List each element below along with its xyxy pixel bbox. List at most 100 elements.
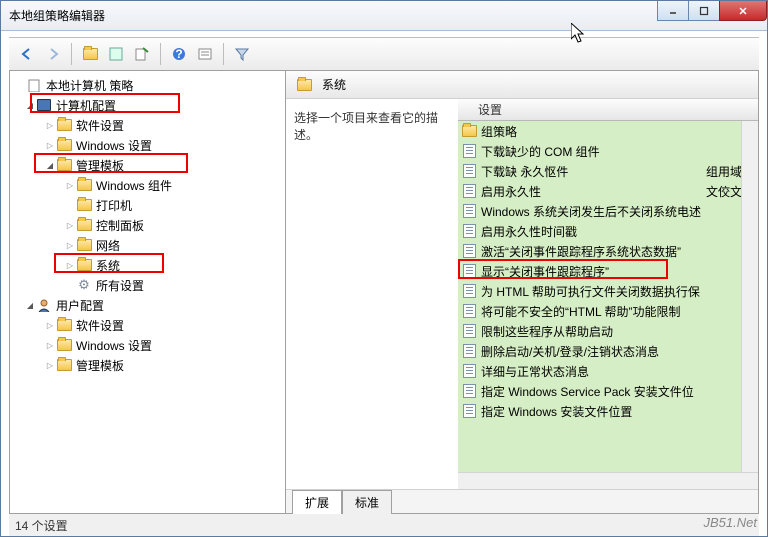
folder-icon bbox=[83, 48, 98, 60]
setting-icon bbox=[463, 164, 476, 178]
minimize-button[interactable] bbox=[657, 1, 689, 21]
titlebar[interactable]: 本地组策略编辑器 bbox=[1, 1, 767, 31]
watermark: JB51.Net bbox=[704, 515, 757, 530]
list-item[interactable]: 限制这些程序从帮助启动 bbox=[458, 321, 758, 341]
setting-icon bbox=[463, 144, 476, 158]
setting-icon bbox=[463, 384, 476, 398]
content: 本地计算机 策略 计算机配置 软件设置 Windows 设置 管理模板 Wind… bbox=[9, 71, 759, 514]
options-button[interactable] bbox=[193, 42, 217, 66]
tree-label: Windows 设置 bbox=[76, 337, 152, 354]
list-item[interactable]: 下载缺少的 COM 组件 bbox=[458, 141, 758, 161]
tree-label: 管理模板 bbox=[76, 157, 124, 174]
tree-root[interactable]: 本地计算机 策略 bbox=[10, 75, 285, 95]
properties-button[interactable] bbox=[104, 42, 128, 66]
tree-label: Windows 组件 bbox=[96, 177, 172, 194]
setting-icon bbox=[463, 204, 476, 218]
folder-icon bbox=[57, 319, 72, 331]
list-item[interactable]: 指定 Windows Service Pack 安装文件位 bbox=[458, 381, 758, 401]
list-item[interactable]: 下载缺 永久怄件组用域资 bbox=[458, 161, 758, 181]
maximize-button[interactable] bbox=[688, 1, 720, 21]
close-button[interactable] bbox=[719, 1, 767, 21]
window-title: 本地组策略编辑器 bbox=[9, 7, 105, 24]
tree-label: 控制面板 bbox=[96, 217, 144, 234]
tab-strip: 扩展 标准 bbox=[286, 489, 758, 513]
setting-icon bbox=[463, 364, 476, 378]
setting-icon bbox=[463, 264, 476, 278]
folder-icon bbox=[57, 119, 72, 131]
tree-network[interactable]: 网络 bbox=[10, 235, 285, 255]
list-item[interactable]: 显示“关闭事件跟踪程序” bbox=[458, 261, 758, 281]
computer-icon bbox=[37, 99, 51, 111]
statusbar: 14 个设置 bbox=[9, 514, 759, 536]
help-button[interactable]: ? bbox=[167, 42, 191, 66]
tree-printers[interactable]: 打印机 bbox=[10, 195, 285, 215]
details-body: 选择一个项目来查看它的描述。 设置 组策略 下载缺少的 COM 组件 下载缺 永… bbox=[286, 99, 758, 489]
folder-icon bbox=[462, 125, 477, 137]
tab-standard[interactable]: 标准 bbox=[342, 490, 392, 514]
details-header: 系统 bbox=[286, 71, 758, 99]
folder-icon bbox=[77, 259, 92, 271]
tree-computer-config[interactable]: 计算机配置 bbox=[10, 95, 285, 115]
tab-extended[interactable]: 扩展 bbox=[292, 490, 342, 514]
gear-icon bbox=[76, 277, 92, 293]
back-button[interactable] bbox=[15, 42, 39, 66]
folder-icon bbox=[57, 359, 72, 371]
tree-usoftware[interactable]: 软件设置 bbox=[10, 315, 285, 335]
tree-pane[interactable]: 本地计算机 策略 计算机配置 软件设置 Windows 设置 管理模板 Wind… bbox=[10, 71, 286, 513]
svg-text:?: ? bbox=[175, 47, 182, 61]
tree-uwindows[interactable]: Windows 设置 bbox=[10, 335, 285, 355]
forward-button[interactable] bbox=[41, 42, 65, 66]
tree-label: 本地计算机 策略 bbox=[46, 77, 133, 94]
folder-icon bbox=[57, 139, 72, 151]
status-text: 14 个设置 bbox=[15, 517, 68, 534]
tree-userconfig[interactable]: 用户配置 bbox=[10, 295, 285, 315]
column-header-setting[interactable]: 设置 bbox=[458, 99, 758, 121]
setting-icon bbox=[463, 344, 476, 358]
tree-winsettings[interactable]: Windows 设置 bbox=[10, 135, 285, 155]
divider bbox=[223, 43, 224, 65]
tree-system[interactable]: 系统 bbox=[10, 255, 285, 275]
settings-list[interactable]: 设置 组策略 下载缺少的 COM 组件 下载缺 永久怄件组用域资 启用永久性文佼… bbox=[458, 99, 758, 489]
setting-icon bbox=[463, 304, 476, 318]
list-item[interactable]: 启用永久性时间戳 bbox=[458, 221, 758, 241]
list-item[interactable]: 指定 Windows 安装文件位置 bbox=[458, 401, 758, 421]
list-item[interactable]: 启用永久性文佼文件 bbox=[458, 181, 758, 201]
show-tree-button[interactable] bbox=[78, 42, 102, 66]
tree-allsettings[interactable]: 所有设置 bbox=[10, 275, 285, 295]
tree-uadmin[interactable]: 管理模板 bbox=[10, 355, 285, 375]
horizontal-scrollbar[interactable] bbox=[458, 472, 758, 489]
list-item[interactable]: 删除启动/关机/登录/注销状态消息 bbox=[458, 341, 758, 361]
export-button[interactable] bbox=[130, 42, 154, 66]
cursor-icon bbox=[571, 23, 587, 45]
list-item[interactable]: 组策略 bbox=[458, 121, 758, 141]
description-pane: 选择一个项目来查看它的描述。 bbox=[286, 99, 458, 489]
details-pane: 系统 选择一个项目来查看它的描述。 设置 组策略 下载缺少的 COM 组件 下载… bbox=[286, 71, 758, 513]
folder-icon bbox=[57, 159, 72, 171]
list-item[interactable]: 详细与正常状态消息 bbox=[458, 361, 758, 381]
folder-icon bbox=[77, 199, 92, 211]
filter-button[interactable] bbox=[230, 42, 254, 66]
tree-label: 用户配置 bbox=[56, 297, 104, 314]
divider bbox=[71, 43, 72, 65]
tree-label: 计算机配置 bbox=[56, 97, 116, 114]
list-item[interactable]: Windows 系统关闭发生后不关闭系统电述 bbox=[458, 201, 758, 221]
setting-icon bbox=[463, 284, 476, 298]
vertical-scrollbar[interactable] bbox=[741, 121, 758, 472]
setting-icon bbox=[463, 184, 476, 198]
setting-icon bbox=[463, 324, 476, 338]
tree-ctrlpanel[interactable]: 控制面板 bbox=[10, 215, 285, 235]
tree-label: 打印机 bbox=[96, 197, 132, 214]
tree-software[interactable]: 软件设置 bbox=[10, 115, 285, 135]
folder-icon bbox=[77, 179, 92, 191]
list-item[interactable]: 为 HTML 帮助可执行文件关闭数据执行保 bbox=[458, 281, 758, 301]
list-scroll: 组策略 下载缺少的 COM 组件 下载缺 永久怄件组用域资 启用永久性文佼文件 … bbox=[458, 121, 758, 489]
tree-label: 软件设置 bbox=[76, 117, 124, 134]
window: 本地组策略编辑器 ? 本地计算机 策略 计算机配置 软件设置 Windows 设… bbox=[0, 0, 768, 537]
list-item[interactable]: 激活“关闭事件跟踪程序系统状态数据” bbox=[458, 241, 758, 261]
tree-wincomp[interactable]: Windows 组件 bbox=[10, 175, 285, 195]
tree-admin[interactable]: 管理模板 bbox=[10, 155, 285, 175]
setting-icon bbox=[463, 224, 476, 238]
tree-label: 所有设置 bbox=[96, 277, 144, 294]
list-item[interactable]: 将可能不安全的“HTML 帮助”功能限制 bbox=[458, 301, 758, 321]
toolbar: ? bbox=[9, 37, 759, 71]
